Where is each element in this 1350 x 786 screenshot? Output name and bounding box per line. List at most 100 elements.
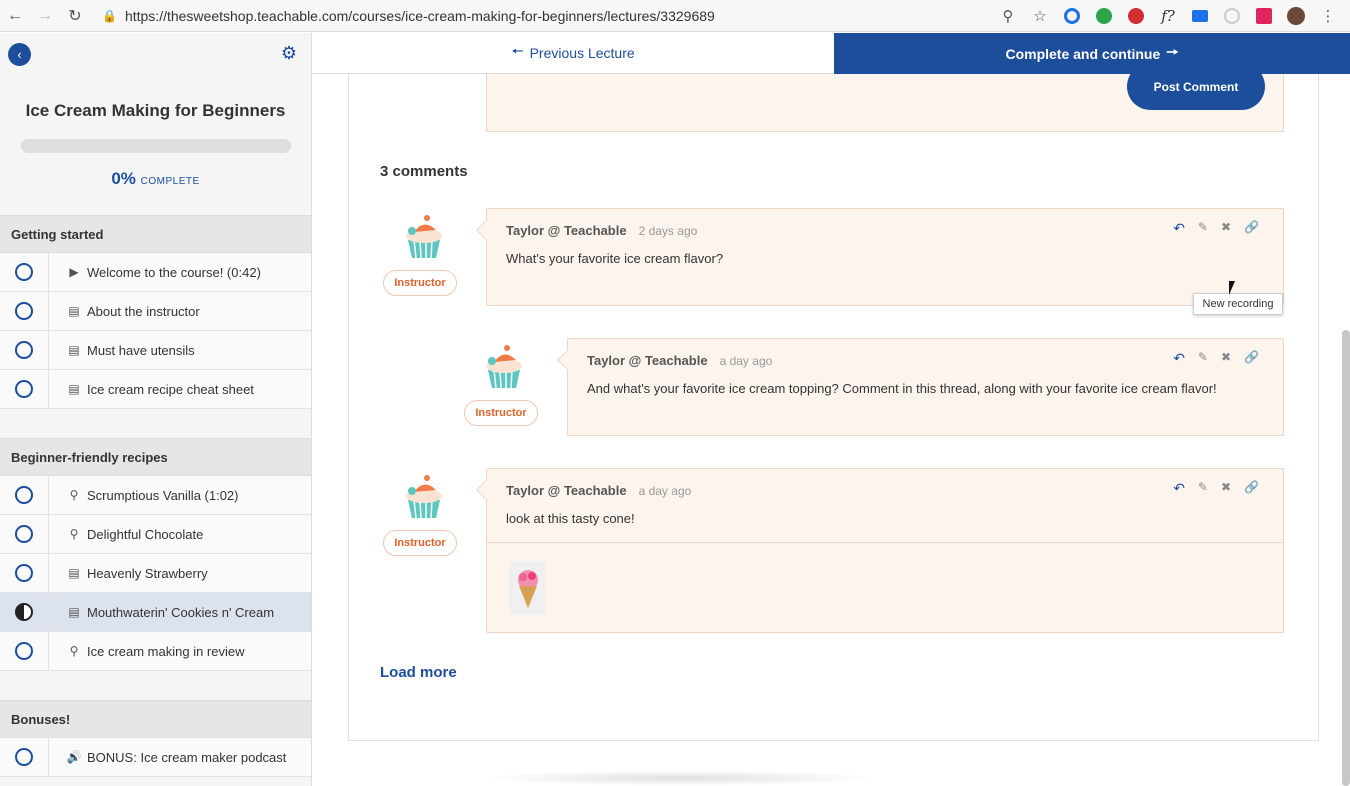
lecture-item[interactable]: ⚲ Scrumptious Vanilla (1:02) — [0, 476, 311, 515]
ice-cream-cone-icon — [517, 570, 538, 608]
edit-pencil-icon[interactable]: ✎ — [1198, 350, 1208, 367]
section-header: Beginner-friendly recipes — [0, 438, 311, 476]
section-header: Getting started — [0, 215, 311, 253]
comment-body: look at this tasty cone! — [506, 511, 635, 526]
video-icon: ▶ — [69, 265, 79, 279]
link-icon[interactable]: 🔗 — [1244, 220, 1259, 237]
address-bar[interactable]: 🔒 https://thesweetshop.teachable.com/cou… — [102, 3, 992, 29]
mouse-cursor-icon — [1229, 281, 1241, 295]
comment-author: Taylor @ Teachable 2 days ago — [506, 223, 697, 238]
document-icon: ▤ — [68, 343, 80, 357]
lecture-item[interactable]: ▤ Ice cream recipe cheat sheet — [0, 370, 311, 409]
previous-lecture-label: Previous Lecture — [529, 45, 635, 61]
complete-and-continue-button[interactable]: Complete and continue 🠖 — [834, 33, 1350, 74]
edit-pencil-icon[interactable]: ✎ — [1198, 480, 1208, 497]
extension-icon-blue[interactable] — [1056, 7, 1088, 24]
arrow-left-icon: 🠔 — [511, 43, 524, 59]
extension-icon-flag[interactable] — [1184, 9, 1216, 22]
comments-count: 3 comments — [380, 163, 468, 180]
delete-x-icon[interactable]: ✖ — [1221, 480, 1231, 497]
lecture-title: Heavenly Strawberry — [87, 565, 208, 581]
comment-time: 2 days ago — [638, 224, 698, 238]
incomplete-status-icon — [15, 341, 33, 359]
extension-icon-green[interactable] — [1088, 7, 1120, 24]
link-icon[interactable]: 🔗 — [1244, 350, 1259, 367]
gear-icon[interactable]: ⚙ — [281, 43, 297, 64]
comment-actions: ↶ ✎ ✖ 🔗 — [1173, 220, 1259, 237]
incomplete-status-icon — [15, 302, 33, 320]
course-progress-bar — [20, 139, 291, 153]
bookmark-star-icon[interactable]: ☆ — [1024, 7, 1056, 25]
lecture-item[interactable]: ⚲ Ice cream making in review — [0, 632, 311, 671]
document-icon: ▤ — [68, 382, 80, 396]
load-more-link[interactable]: Load more — [380, 664, 457, 681]
cupcake-avatar-icon — [486, 345, 522, 389]
extension-icon-spiral[interactable] — [1216, 7, 1248, 24]
lecture-title: Delightful Chocolate — [87, 526, 204, 542]
lock-icon: 🔒 — [102, 8, 117, 23]
lecture-item-current[interactable]: ▤ Mouthwaterin' Cookies n' Cream — [0, 593, 311, 632]
comment-actions: ↶ ✎ ✖ 🔗 — [1173, 350, 1259, 367]
incomplete-status-icon — [15, 380, 33, 398]
forward-arrow-icon[interactable]: → — [30, 7, 60, 25]
progress-value: 0% — [111, 169, 136, 188]
reply-icon[interactable]: ↶ — [1173, 220, 1185, 237]
incomplete-status-icon — [15, 642, 33, 660]
bottom-shadow — [480, 770, 880, 786]
lecture-item[interactable]: ▤ About the instructor — [0, 292, 311, 331]
document-icon: ▤ — [68, 566, 80, 580]
comment-author-name: Taylor @ Teachable — [587, 353, 708, 368]
profile-avatar[interactable] — [1280, 6, 1312, 25]
cupcake-avatar-icon — [406, 215, 442, 259]
extension-icon-function[interactable]: f? — [1152, 7, 1184, 25]
extension-icon-red[interactable] — [1120, 7, 1152, 24]
post-comment-button[interactable]: Post Comment — [1127, 63, 1265, 110]
cupcake-avatar-icon — [406, 475, 442, 519]
previous-lecture-button[interactable]: 🠔 Previous Lecture — [312, 33, 834, 74]
zoom-icon[interactable]: ⚲ — [992, 7, 1024, 25]
incomplete-status-icon — [15, 486, 33, 504]
progress-label: COMPLETE — [140, 176, 200, 187]
back-to-course-button[interactable]: ‹ — [8, 43, 31, 66]
extension-icon-a[interactable] — [1248, 7, 1280, 24]
url-text: https://thesweetshop.teachable.com/cours… — [124, 7, 715, 24]
edit-pencil-icon[interactable]: ✎ — [1198, 220, 1208, 237]
lecture-title: About the instructor — [87, 303, 200, 319]
lecture-title: Ice cream making in review — [87, 643, 245, 659]
scrollbar[interactable] — [1342, 330, 1350, 786]
instructor-badge: Instructor — [383, 530, 457, 556]
lecture-item[interactable]: ▶ Welcome to the course! (0:42) — [0, 253, 311, 292]
lecture-item[interactable]: ▤ Must have utensils — [0, 331, 311, 370]
lecture-title: Must have utensils — [87, 342, 195, 358]
document-icon: ▤ — [68, 304, 80, 318]
comment-card: Taylor @ Teachable a day ago look at this… — [476, 468, 1284, 633]
lecture-title: Ice cream recipe cheat sheet — [87, 381, 254, 397]
link-icon[interactable]: 🔗 — [1244, 480, 1259, 497]
comment-author: Taylor @ Teachable a day ago — [506, 483, 691, 498]
progress-percentage: 0% COMPLETE — [0, 169, 311, 189]
reload-icon[interactable]: ↻ — [60, 6, 90, 26]
reply-icon[interactable]: ↶ — [1173, 350, 1185, 367]
lecture-item[interactable]: ▤ Heavenly Strawberry — [0, 554, 311, 593]
instructor-badge: Instructor — [464, 400, 538, 426]
reply-icon[interactable]: ↶ — [1173, 480, 1185, 497]
incomplete-status-icon — [15, 564, 33, 582]
document-icon: ▤ — [68, 605, 80, 619]
audio-icon: 🔊 — [66, 750, 82, 764]
comment-actions: ↶ ✎ ✖ 🔗 — [1173, 480, 1259, 497]
course-title: Ice Cream Making for Beginners — [25, 101, 286, 120]
lecture-item[interactable]: ⚲ Delightful Chocolate — [0, 515, 311, 554]
comment-time: a day ago — [719, 354, 773, 368]
back-arrow-icon[interactable]: ← — [0, 7, 30, 25]
delete-x-icon[interactable]: ✖ — [1221, 220, 1231, 237]
tooltip: New recording — [1193, 293, 1283, 315]
incomplete-status-icon — [15, 748, 33, 766]
lightbulb-icon: ⚲ — [69, 488, 79, 502]
lecture-item[interactable]: 🔊 BONUS: Ice cream maker podcast — [0, 738, 311, 777]
delete-x-icon[interactable]: ✖ — [1221, 350, 1231, 367]
ice-cream-cone-image[interactable] — [509, 561, 546, 615]
in-progress-status-icon — [15, 603, 33, 621]
comment-author-name: Taylor @ Teachable — [506, 223, 627, 238]
menu-kebab-icon[interactable]: ⋮ — [1312, 7, 1344, 25]
comment-author: Taylor @ Teachable a day ago — [587, 353, 772, 368]
